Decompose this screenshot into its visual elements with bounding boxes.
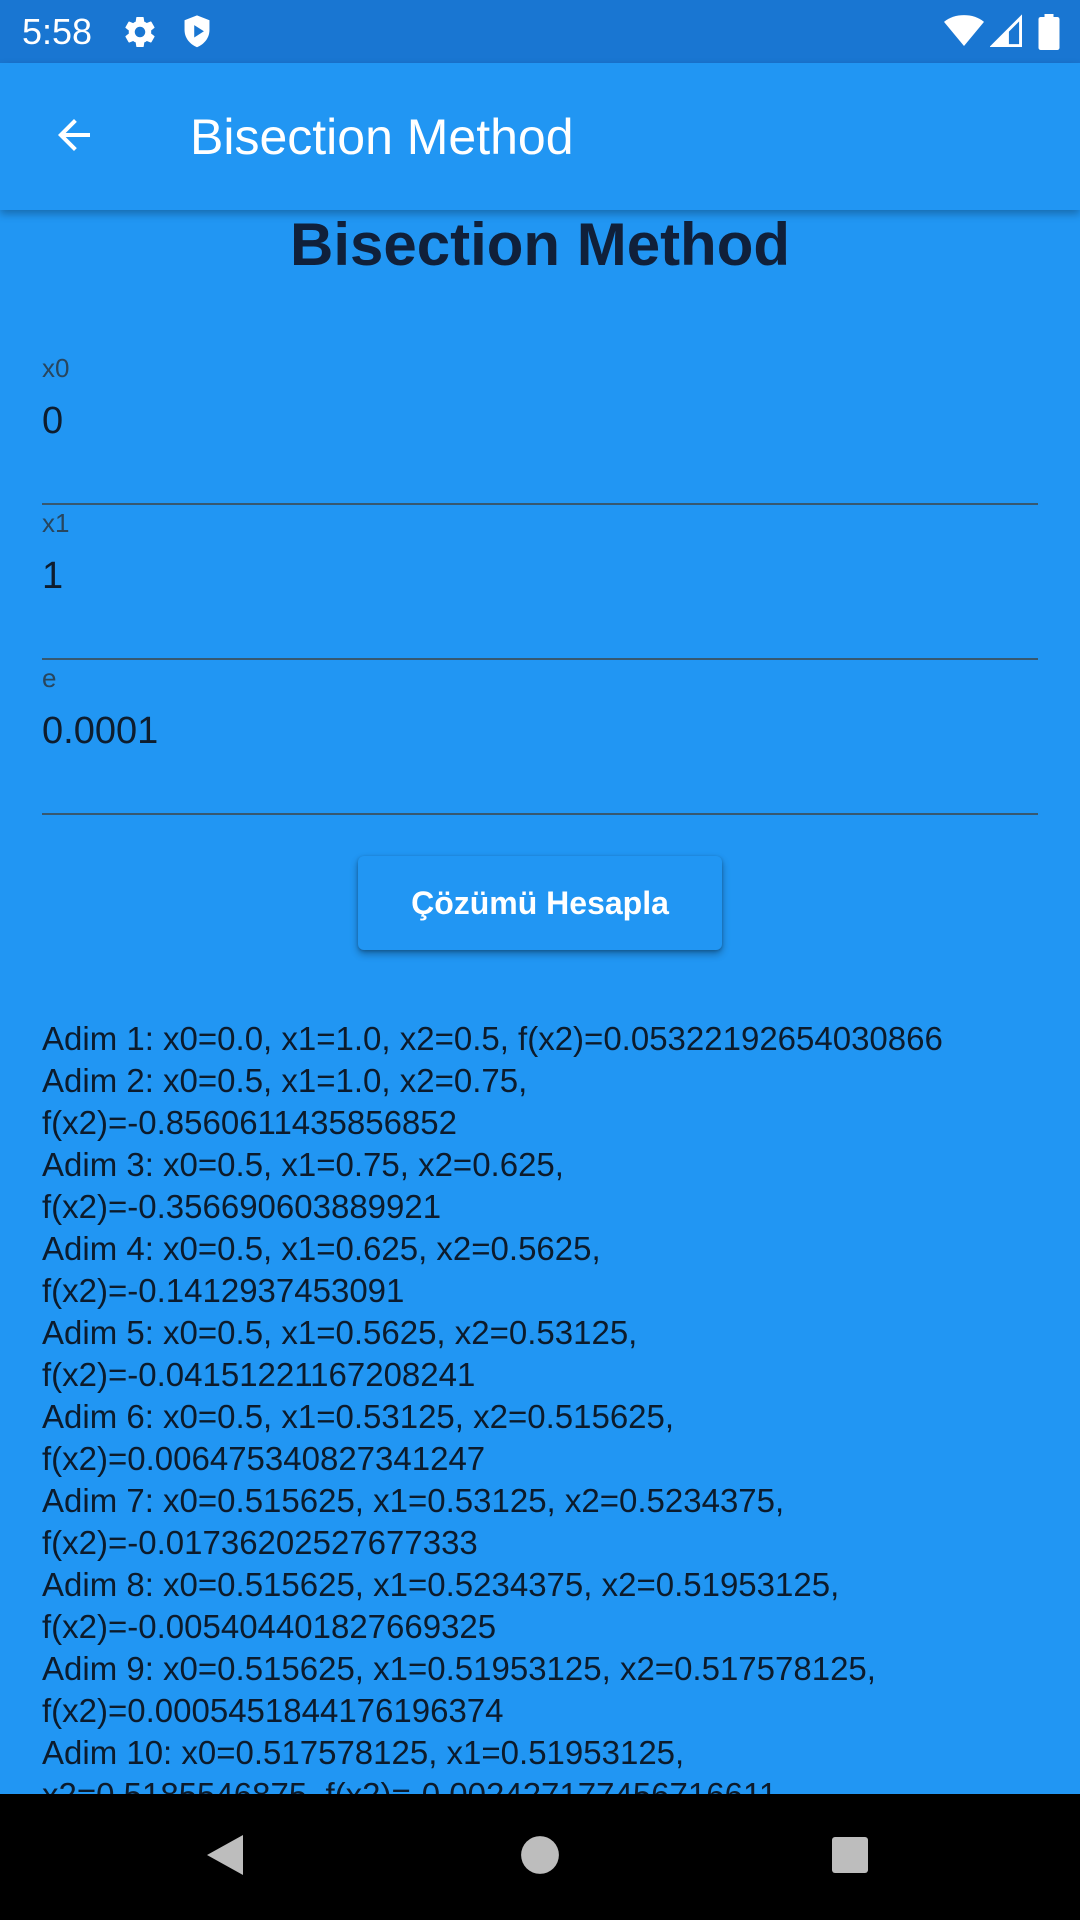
wifi-icon: [944, 14, 984, 53]
nav-recents-button[interactable]: [815, 1822, 885, 1892]
home-circle-icon: [519, 1834, 561, 1881]
back-triangle-icon: [203, 1831, 247, 1884]
result-line: Adim 3: x0=0.5, x1=0.75, x2=0.625,: [42, 1146, 564, 1183]
result-line: Adim 5: x0=0.5, x1=0.5625, x2=0.53125,: [42, 1314, 638, 1351]
result-line: Adim 4: x0=0.5, x1=0.625, x2=0.5625,: [42, 1230, 601, 1267]
battery-icon: [1038, 14, 1060, 55]
result-line: f(x2)=-0.8560611435856852: [42, 1104, 457, 1141]
status-time: 5:58: [22, 11, 93, 52]
x1-input[interactable]: [42, 546, 1038, 606]
result-line: Adim 6: x0=0.5, x1=0.53125, x2=0.515625,: [42, 1398, 675, 1435]
result-line: f(x2)=0.006475340827341247: [42, 1440, 486, 1477]
app-bar: Bisection Method: [0, 63, 1080, 210]
calculate-button[interactable]: Çözümü Hesapla: [358, 856, 722, 950]
main-content: Bisection Method x0 x1 e Çözümü Hesapla …: [0, 210, 1080, 1794]
result-line: f(x2)=-0.1412937453091: [42, 1272, 405, 1309]
result-line: Adim 9: x0=0.515625, x1=0.51953125, x2=0…: [42, 1650, 876, 1687]
result-line: Adim 2: x0=0.5, x1=1.0, x2=0.75,: [42, 1062, 528, 1099]
status-bar: 5:58: [0, 0, 1080, 63]
x1-field: x1: [42, 508, 1038, 660]
result-line: f(x2)=0.0005451844176196374: [42, 1692, 504, 1729]
navigation-bar: [0, 1794, 1080, 1920]
e-field: e: [42, 663, 1038, 815]
result-line: Adim 10: x0=0.517578125, x1=0.51953125,: [42, 1734, 685, 1771]
result-line: f(x2)=-0.356690603889921: [42, 1188, 442, 1225]
result-line: f(x2)=-0.005404401827669325: [42, 1608, 497, 1645]
results-list: Adim 1: x0=0.0, x1=1.0, x2=0.5, f(x2)=0.…: [42, 1018, 1052, 1794]
nav-home-button[interactable]: [505, 1822, 575, 1892]
recents-square-icon: [830, 1835, 870, 1880]
x0-field: x0: [42, 353, 1038, 505]
signal-icon: [989, 14, 1022, 53]
result-line: f(x2)=-0.04151221167208241: [42, 1356, 476, 1393]
back-button[interactable]: [34, 97, 114, 177]
page-title: Bisection Method: [289, 211, 790, 278]
result-line: Adim 7: x0=0.515625, x1=0.53125, x2=0.52…: [42, 1482, 785, 1519]
result-line: Adim 1: x0=0.0, x1=1.0, x2=0.5, f(x2)=0.…: [42, 1020, 943, 1057]
e-input[interactable]: [42, 701, 1038, 761]
shield-icon: [180, 14, 214, 55]
x0-label: x0: [42, 353, 70, 383]
settings-icon: [122, 14, 158, 55]
x0-input[interactable]: [42, 391, 1038, 451]
app-bar-title: Bisection Method: [190, 109, 574, 165]
nav-back-button[interactable]: [190, 1822, 260, 1892]
e-label: e: [42, 663, 57, 693]
result-line: x2=0.5185546875, f(x2)=-0.00242717745671…: [42, 1774, 1052, 1794]
result-line: f(x2)=-0.01736202527677333: [42, 1524, 478, 1561]
result-line: Adim 8: x0=0.515625, x1=0.5234375, x2=0.…: [42, 1566, 840, 1603]
arrow-left-icon: [50, 111, 98, 164]
x1-label: x1: [42, 508, 70, 538]
